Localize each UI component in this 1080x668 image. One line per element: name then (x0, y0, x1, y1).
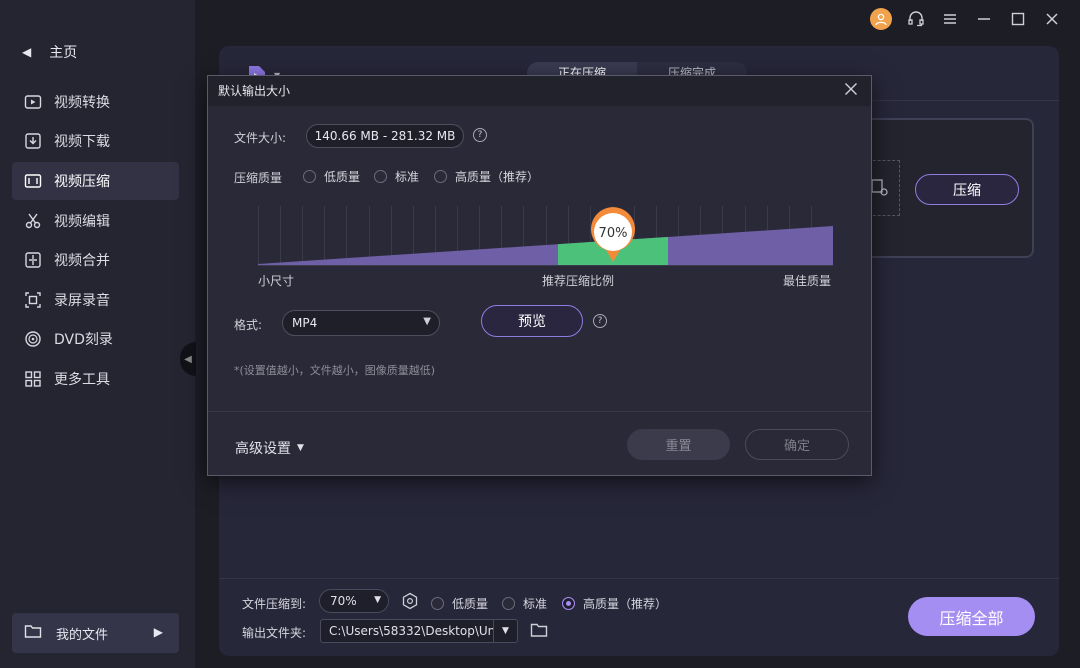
radio-low-label: 低质量 (324, 170, 361, 184)
file-size-label: 文件大小: (234, 131, 287, 145)
help-icon[interactable]: ? (473, 128, 487, 142)
headset-icon[interactable] (906, 9, 926, 29)
dialog-title: 默认输出大小 (208, 76, 871, 106)
ok-button[interactable]: 确定 (745, 429, 849, 460)
file-settings-icon (871, 179, 889, 201)
maximize-icon[interactable] (1008, 9, 1028, 29)
radio-standard[interactable] (502, 597, 515, 610)
slider-baseline (258, 265, 833, 266)
video-convert-icon (24, 93, 42, 111)
output-folder-label: 输出文件夹: (242, 626, 307, 640)
settings-thumbnail[interactable] (868, 160, 900, 216)
sidebar-item-video-convert[interactable]: 视频转换 (12, 83, 179, 121)
sidebar-item-label: 视频压缩 (54, 174, 110, 190)
my-files-label: 我的文件 (56, 627, 109, 643)
hex-settings-icon[interactable] (401, 592, 419, 614)
chevron-down-icon: ▼ (374, 595, 381, 605)
reset-button[interactable]: 重置 (627, 429, 730, 460)
compression-slider[interactable] (258, 206, 833, 266)
sidebar-item-label: 视频编辑 (54, 214, 110, 230)
menu-icon[interactable] (940, 9, 960, 29)
folder-icon (24, 623, 42, 643)
compress-ratio-select[interactable]: 70% ▼ (319, 589, 389, 613)
preview-button[interactable]: 预览 (481, 305, 583, 337)
slider-middle-label: 推荐压缩比例 (542, 274, 615, 288)
home-label: 主页 (49, 45, 78, 61)
sidebar-item-label: DVD刻录 (54, 332, 113, 348)
grid-icon (24, 370, 42, 388)
dialog-quality-high[interactable]: 高质量（推荐） (434, 168, 539, 185)
sidebar-item-more-tools[interactable]: 更多工具 (12, 360, 179, 398)
hint-text: *(设置值越小，文件越小，图像质量越低) (234, 364, 436, 377)
file-size-range: 140.66 MB - 281.32 MB (306, 124, 464, 148)
bottom-quality-high[interactable]: 高质量（推荐） (562, 595, 667, 612)
home-link[interactable]: ◀ 主页 (22, 42, 77, 62)
compress-icon (24, 172, 42, 190)
sidebar-item-screen-record[interactable]: 录屏录音 (12, 281, 179, 319)
dialog-quality-standard[interactable]: 标准 (374, 168, 419, 185)
minimize-icon[interactable] (974, 9, 994, 29)
record-icon (24, 291, 42, 309)
chevron-down-icon: ▼ (423, 316, 431, 327)
radio-high-label: 高质量（推荐） (583, 597, 668, 611)
slider-value-label: 70% (598, 226, 628, 241)
radio-high-label: 高质量（推荐） (455, 170, 540, 184)
user-avatar-icon[interactable] (870, 8, 892, 30)
format-select[interactable]: MP4 ▼ (282, 310, 440, 336)
compress-all-button[interactable]: 压缩全部 (908, 597, 1035, 636)
sidebar-item-video-compress[interactable]: 视频压缩 (12, 162, 179, 200)
dialog-close-icon[interactable] (843, 82, 859, 98)
slider-left-label: 小尺寸 (258, 274, 295, 288)
sidebar-item-label: 视频下载 (54, 134, 110, 150)
sidebar-item-label: 视频转换 (54, 95, 110, 111)
chevron-left-icon: ◀ (22, 45, 32, 59)
format-label: 格式: (234, 318, 263, 332)
radio-standard-label: 标准 (523, 597, 548, 611)
compress-to-label: 文件压缩到: (242, 597, 307, 611)
chevron-left-icon: ◀ (184, 353, 192, 365)
dialog-quality-low[interactable]: 低质量 (303, 168, 360, 185)
titlebar-controls (870, 8, 1062, 30)
merge-icon (24, 251, 42, 269)
open-folder-icon[interactable] (530, 622, 548, 642)
sidebar-item-label: 录屏录音 (54, 293, 110, 309)
output-folder-value: C:\Users\58332\Desktop\Un (329, 624, 494, 638)
slider-right-label: 最佳质量 (783, 274, 832, 288)
format-value: MP4 (292, 316, 318, 330)
sidebar-item-video-merge[interactable]: 视频合并 (12, 241, 179, 279)
bottom-quality-standard[interactable]: 标准 (502, 595, 547, 612)
advanced-settings-toggle[interactable]: 高级设置 ▼ (235, 438, 304, 458)
radio-low-label: 低质量 (452, 597, 489, 611)
bottom-quality-low[interactable]: 低质量 (431, 595, 488, 612)
disc-icon (24, 330, 42, 348)
advanced-settings-label: 高级设置 (235, 441, 291, 457)
dialog-divider (208, 411, 871, 412)
radio-low[interactable] (431, 597, 444, 610)
close-icon[interactable] (1042, 9, 1062, 29)
output-folder-field[interactable]: C:\Users\58332\Desktop\Un ▼ (320, 619, 518, 643)
radio-low[interactable] (303, 170, 316, 183)
radio-high-selected[interactable] (562, 597, 575, 610)
help-icon[interactable]: ? (593, 314, 607, 328)
output-size-dialog: 默认输出大小 文件大小: 140.66 MB - 281.32 MB ? 压缩质… (207, 75, 872, 476)
radio-high[interactable] (434, 170, 447, 183)
sidebar-item-label: 更多工具 (54, 372, 110, 388)
download-icon (24, 132, 42, 150)
chevron-right-icon: ▶ (153, 625, 163, 639)
radio-standard-label: 标准 (395, 170, 420, 184)
chevron-down-icon[interactable]: ▼ (493, 620, 517, 642)
scissors-icon (24, 212, 42, 230)
compress-button[interactable]: 压缩 (915, 174, 1019, 205)
compress-ratio-value: 70% (330, 594, 357, 608)
quality-label: 压缩质量 (234, 171, 283, 185)
caret-down-icon: ▼ (297, 443, 304, 453)
my-files-button[interactable]: 我的文件 ▶ (12, 613, 179, 653)
sidebar-item-dvd-burn[interactable]: DVD刻录 (12, 320, 179, 358)
sidebar-item-label: 视频合并 (54, 253, 110, 269)
sidebar-item-video-edit[interactable]: 视频编辑 (12, 202, 179, 240)
sidebar: ◀ 主页 视频转换 视频下载 视频压缩 视频编辑 视频合并 录屏录音 DVD刻录… (0, 0, 195, 668)
slider-wedge (258, 226, 833, 266)
sidebar-item-video-download[interactable]: 视频下载 (12, 122, 179, 160)
radio-standard[interactable] (374, 170, 387, 183)
